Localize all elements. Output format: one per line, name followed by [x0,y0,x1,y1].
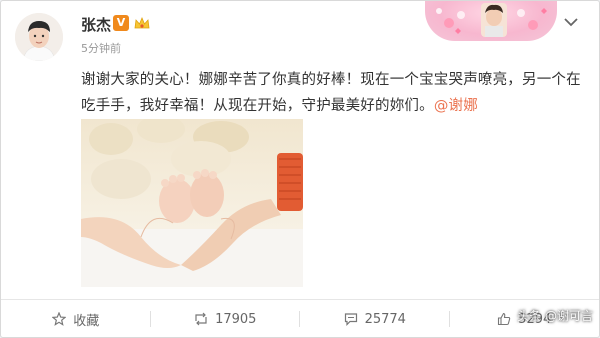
member-level-icon[interactable] [133,15,151,31]
repost-icon [195,312,207,326]
mention-link[interactable]: @谢娜 [434,98,478,114]
post-timestamp[interactable]: 5分钟前 [81,40,121,56]
post-photo[interactable] [81,119,303,287]
chevron-down-icon[interactable] [562,14,580,28]
username[interactable]: 张杰 [81,14,111,35]
comment-button[interactable]: 25774 [300,300,450,337]
repost-count: 17905 [215,311,257,327]
comment-count: 25774 [364,311,406,327]
post-text: 谢谢大家的关心！娜娜辛苦了你真的好棒！现在一个宝宝哭声嘹亮，另一个在吃手手，我好… [81,67,589,119]
thumbs-up-icon [498,312,511,326]
repost-button[interactable]: 17905 [151,300,300,337]
weibo-post-card: 张杰 V 5分钟前 谢谢大家的关心！娜娜辛苦了你真的好棒！现在一个宝宝哭声嘹亮，… [0,0,600,338]
post-body: 谢谢大家的关心！娜娜辛苦了你真的好棒！现在一个宝宝哭声嘹亮，另一个在吃手手，我好… [81,72,581,114]
favorite-button[interactable]: 收藏 [1,300,151,337]
avatar[interactable] [15,13,63,61]
profile-banner-decoration [425,1,557,41]
favorite-label: 收藏 [73,313,100,329]
action-bar: 收藏 17905 25774 5294 [1,299,599,337]
verified-badge: V [113,15,129,31]
watermark: 头条 @谢可言 [517,309,593,323]
comment-icon [344,313,357,326]
star-icon [52,312,67,326]
